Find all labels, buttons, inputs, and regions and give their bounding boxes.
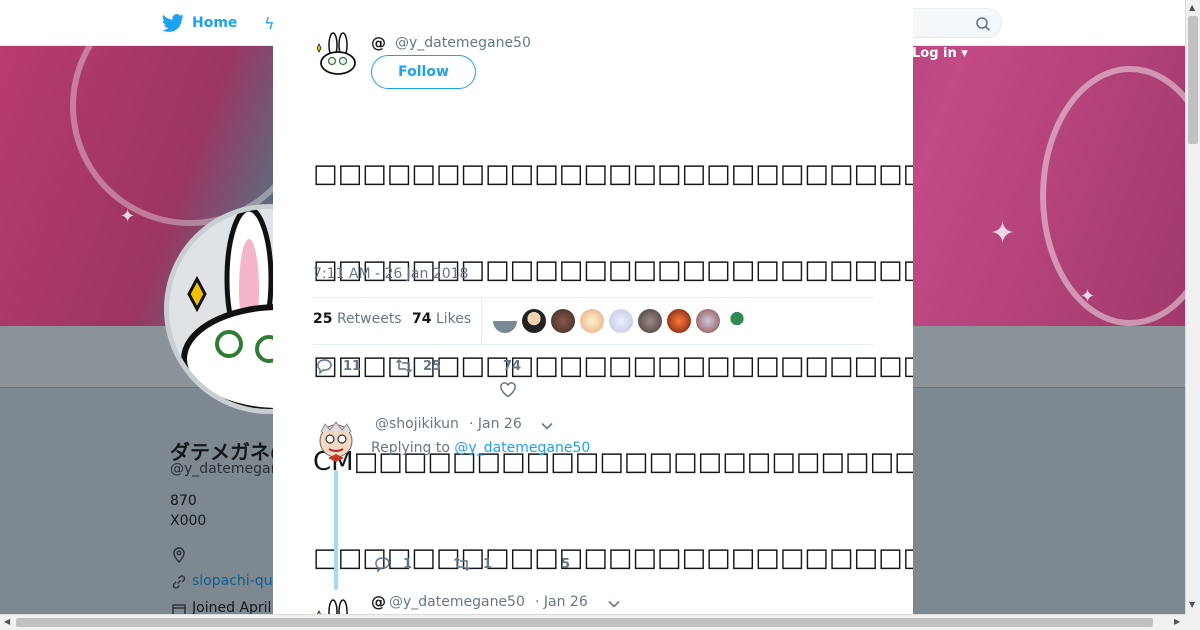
reply-button[interactable]: 1 <box>373 555 412 573</box>
retweet-button[interactable]: 1 <box>453 555 492 573</box>
tweet-timestamp[interactable]: 7:11 AM - 26 Jan 2018 <box>313 266 468 282</box>
reply-at-symbol: @ <box>371 593 386 611</box>
tweet-text: □□□□□□□□□□□□□□□□□□□□□□□□□□□□□□…□ □□□□□□□… <box>313 94 913 614</box>
reply-icon <box>317 359 332 375</box>
liker-avatar[interactable] <box>580 309 604 333</box>
retweets-stat[interactable]: 25 Retweets <box>313 311 402 327</box>
chevron-down-icon[interactable] <box>540 419 554 433</box>
scrollbar-corner <box>1185 614 1200 630</box>
scroll-down-arrow-icon[interactable]: ▼ <box>1189 600 1195 609</box>
scrollbar-thumb[interactable] <box>16 618 1153 627</box>
liker-avatar[interactable] <box>667 309 691 333</box>
heart-icon[interactable] <box>499 381 517 399</box>
thread-line <box>334 470 338 590</box>
reply-avatar[interactable] <box>313 598 359 614</box>
profile-website-link[interactable]: slopachi-qu <box>192 573 273 589</box>
scroll-left-arrow-icon[interactable]: ◀ <box>4 617 10 626</box>
reply-handle[interactable]: @y_datemegane50 <box>389 594 525 610</box>
reply-date[interactable]: · Jan 26 <box>535 594 588 610</box>
scrollbar-thumb[interactable] <box>1188 16 1198 144</box>
retweet-button[interactable]: 25 <box>395 357 441 375</box>
reply-actions: 1 1 5 <box>373 555 593 579</box>
liker-avatar[interactable] <box>493 309 517 333</box>
nav-home-label: Home <box>192 15 238 31</box>
liker-avatar[interactable] <box>638 309 662 333</box>
reply-icon <box>375 557 390 573</box>
tweet-modal: @ @y_datemegane50 Follow □□□□□□□□□□□□□□□… <box>273 0 913 614</box>
liker-avatar[interactable] <box>609 309 633 333</box>
tweet-actions: 11 25 74 <box>313 357 613 401</box>
login-link[interactable]: Log in ▾ <box>912 46 968 61</box>
divider <box>481 298 482 344</box>
twitter-bird-icon <box>162 14 184 32</box>
nav-home[interactable]: Home <box>162 12 237 34</box>
close-icon[interactable]: ✕ <box>1153 10 1179 38</box>
liker-avatar[interactable] <box>725 309 749 333</box>
likers-avatars <box>493 309 749 333</box>
tweet-text-line: □□□□□□□□□□□□□□□□□□□□□□□□□□□□□□…□ <box>313 159 913 189</box>
horizontal-scrollbar[interactable]: ◀ ▶ <box>0 614 1185 630</box>
author-at-symbol: @ <box>371 34 386 52</box>
retweet-icon <box>453 556 471 572</box>
likes-stat[interactable]: 74 Likes <box>412 311 471 327</box>
chevron-down-icon[interactable] <box>607 597 621 611</box>
replying-to: Replying to @y_datemegane50 <box>371 440 591 456</box>
follow-button[interactable]: Follow <box>371 55 476 89</box>
author-handle[interactable]: @y_datemegane50 <box>395 35 531 51</box>
replying-to-link[interactable]: @y_datemegane50 <box>454 440 590 456</box>
search-input[interactable] <box>900 8 1002 38</box>
tweet-stats: 25 Retweets 74 Likes <box>313 297 873 345</box>
scroll-up-arrow-icon[interactable]: ▲ <box>1189 3 1195 12</box>
profile-stat: 870 <box>170 493 197 509</box>
liker-avatar[interactable] <box>551 309 575 333</box>
author-avatar[interactable] <box>313 31 359 77</box>
vertical-scrollbar[interactable]: ▲ ▼ <box>1185 0 1200 614</box>
reply-button[interactable]: 11 <box>315 357 361 375</box>
like-count: 74 <box>503 359 522 374</box>
search-icon <box>976 17 991 32</box>
liker-avatar[interactable] <box>696 309 720 333</box>
reply-date[interactable]: · Jan 26 <box>469 416 522 432</box>
retweet-icon <box>395 358 413 374</box>
link-icon <box>172 575 186 589</box>
location-icon <box>173 547 185 563</box>
liker-avatar[interactable] <box>522 309 546 333</box>
scroll-right-arrow-icon[interactable]: ▶ <box>1174 617 1180 626</box>
like-count[interactable]: 5 <box>561 557 570 572</box>
profile-handle: @y_datemegane <box>170 461 289 477</box>
reply-avatar[interactable] <box>313 418 359 464</box>
reply-handle[interactable]: @shojikikun <box>375 416 459 432</box>
profile-stat: X000 <box>170 513 207 529</box>
